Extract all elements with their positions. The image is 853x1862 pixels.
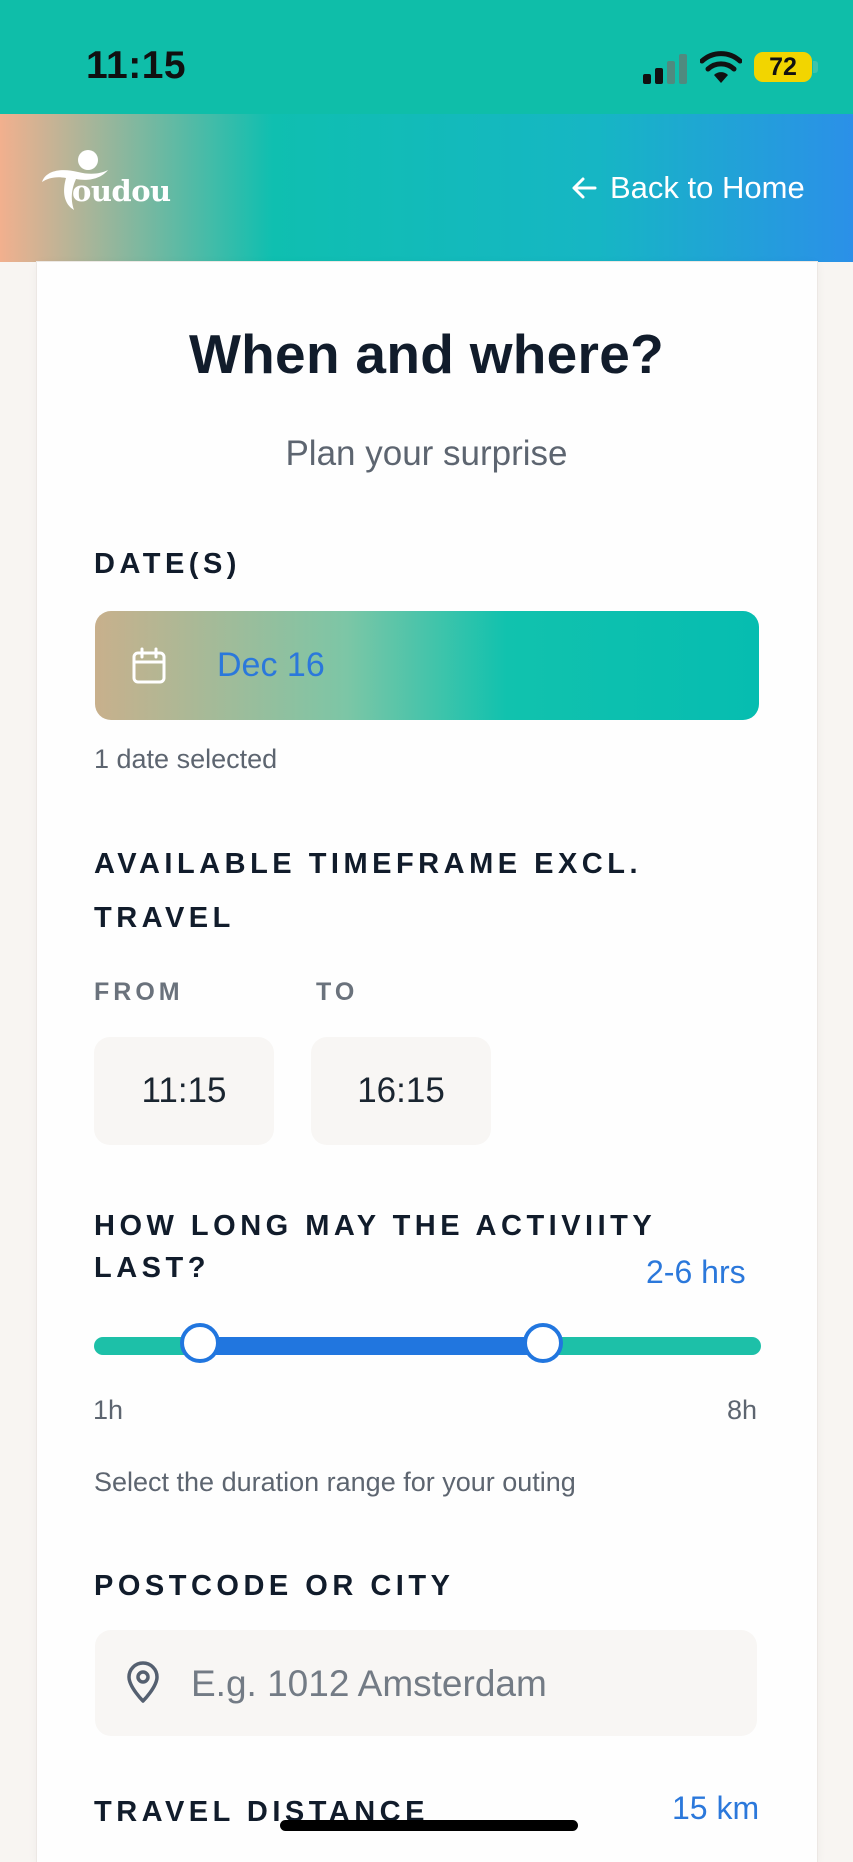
timeframe-label-line1: AVAILABLE TIMEFRAME EXCL. — [94, 848, 643, 880]
duration-label-line1: HOW LONG MAY THE ACTIVIITY — [94, 1210, 657, 1242]
battery-cap — [813, 61, 818, 73]
slider-max-label: 8h — [727, 1395, 758, 1425]
calendar-icon — [132, 647, 166, 684]
back-to-home-link[interactable]: Back to Home — [570, 168, 805, 208]
slider-min-label: 1h — [93, 1395, 124, 1425]
to-label: TO — [316, 978, 359, 1006]
arrow-left-icon — [572, 177, 597, 199]
cellular-signal-icon — [643, 54, 687, 84]
duration-slider-selected-range — [199, 1337, 543, 1355]
from-time-field[interactable]: 11:15 — [94, 1037, 274, 1145]
map-pin-icon — [127, 1661, 159, 1703]
location-input[interactable] — [189, 1654, 733, 1714]
logo-wordmark: oudou — [72, 174, 171, 208]
date-value: Dec 16 — [217, 646, 325, 684]
duration-slider-min-handle[interactable] — [179, 1323, 220, 1363]
travel-distance-value: 15 km — [672, 1790, 760, 1826]
dates-helper-text: 1 date selected — [94, 744, 278, 774]
wifi-icon — [700, 51, 742, 83]
duration-range-value: 2-6 hrs — [646, 1254, 746, 1290]
back-to-home-label: Back to Home — [610, 170, 805, 205]
dates-label: DATE(S) — [94, 548, 241, 580]
from-label: FROM — [94, 978, 184, 1006]
battery-indicator: 72 — [754, 52, 812, 82]
to-time-field[interactable]: 16:15 — [311, 1037, 491, 1145]
timeframe-label-line2: TRAVEL — [94, 902, 235, 934]
date-picker-field[interactable]: Dec 16 — [95, 611, 759, 720]
page-title: When and where? — [188, 323, 665, 385]
status-time: 11:15 — [86, 44, 187, 87]
location-field[interactable] — [95, 1630, 757, 1736]
home-indicator — [280, 1820, 578, 1831]
page-subtitle: Plan your surprise — [285, 434, 568, 473]
duration-label-line2: LAST? — [94, 1252, 210, 1284]
duration-helper-text: Select the duration range for your outin… — [94, 1467, 576, 1497]
duration-slider-max-handle[interactable] — [522, 1323, 563, 1363]
location-label: POSTCODE OR CITY — [94, 1570, 455, 1602]
